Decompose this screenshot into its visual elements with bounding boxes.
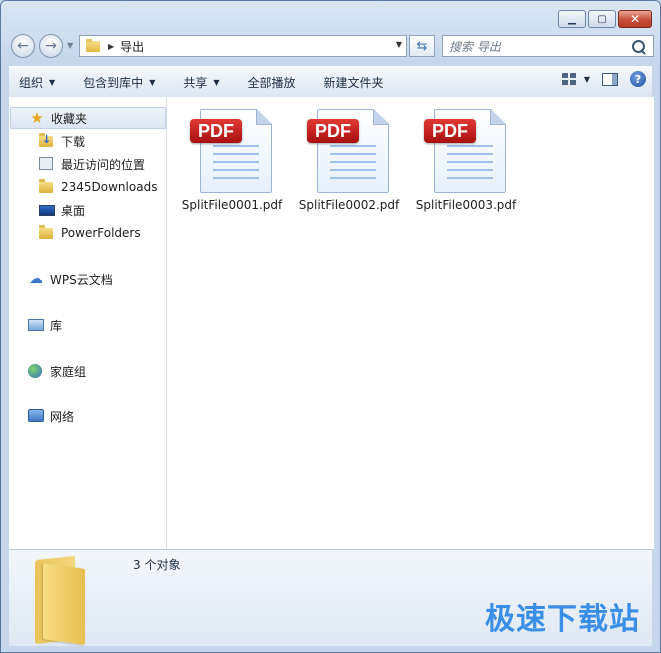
chevron-down-icon: ▼ (49, 77, 56, 87)
pdf-file-icon: PDF (304, 107, 394, 195)
command-bar: 组织 ▼ 包含到库中 ▼ 共享 ▼ 全部播放 新建文件夹 ▼ ? (9, 66, 652, 98)
include-in-library-label: 包含到库中 (83, 75, 144, 90)
nav-label: 库 (50, 318, 63, 333)
pdf-badge: PDF (307, 119, 359, 143)
forward-button[interactable]: → (39, 34, 63, 58)
close-icon: ✕ (629, 12, 641, 26)
nav-label: 2345Downloads (61, 180, 158, 194)
organize-menu[interactable]: 组织 ▼ (9, 67, 65, 97)
share-menu[interactable]: 共享 ▼ (173, 67, 229, 97)
nav-2345downloads[interactable]: 2345Downloads (39, 176, 157, 198)
desktop-icon (39, 203, 55, 217)
cloud-icon: ☁ (29, 271, 43, 287)
breadcrumb-current[interactable]: 导出 (120, 38, 144, 55)
recent-places-icon (39, 157, 55, 171)
explorer-window: ▁ ▢ ✕ ← → ▼ ▶ 导出 ▼ ⇆ 搜索 导出 组织 ▼ 包含到库中 ▼ … (0, 0, 661, 653)
toolbar-right: ▼ ? (561, 71, 646, 87)
star-icon: ★ (30, 109, 44, 127)
folder-icon (39, 225, 55, 240)
pdf-badge: PDF (190, 119, 242, 143)
pdf-badge: PDF (424, 119, 476, 143)
file-name: SplitFile0003.pdf (415, 198, 517, 212)
downloads-folder-icon (39, 133, 55, 148)
breadcrumb-arrow-icon[interactable]: ▶ (108, 42, 114, 51)
chevron-down-icon[interactable]: ▼ (584, 75, 590, 84)
address-row: ← → ▼ ▶ 导出 ▼ ⇆ 搜索 导出 (9, 34, 654, 60)
back-button[interactable]: ← (11, 34, 35, 58)
navigation-pane: ★ 收藏夹 下载 最近访问的位置 2345Downloads 桌面 PowerF… (9, 97, 167, 549)
folder-icon (31, 555, 93, 645)
file-item[interactable]: PDF SplitFile0002.pdf (294, 107, 404, 213)
nav-label: 最近访问的位置 (61, 157, 146, 172)
address-bar[interactable]: ▶ 导出 ▼ (79, 35, 407, 57)
search-icon (632, 39, 645, 53)
maximize-button[interactable]: ▢ (588, 10, 616, 28)
minimize-icon: ▁ (568, 13, 576, 25)
file-name: SplitFile0002.pdf (298, 198, 400, 212)
organize-label: 组织 (19, 75, 44, 90)
pdf-file-icon: PDF (421, 107, 511, 195)
refresh-icon: ⇆ (416, 38, 428, 54)
search-placeholder: 搜索 导出 (449, 39, 501, 54)
nav-powerfolders[interactable]: PowerFolders (39, 222, 141, 244)
help-icon[interactable]: ? (630, 71, 646, 87)
forward-arrow-icon: → (45, 38, 57, 54)
include-in-library-menu[interactable]: 包含到库中 ▼ (73, 67, 165, 97)
refresh-button[interactable]: ⇆ (409, 35, 435, 57)
homegroup-icon (28, 364, 44, 378)
folder-icon (86, 38, 100, 52)
change-view-button[interactable]: ▼ (561, 73, 590, 85)
nav-recent-places[interactable]: 最近访问的位置 (39, 153, 145, 175)
play-all-label: 全部播放 (247, 75, 296, 90)
search-input[interactable]: 搜索 导出 (442, 35, 654, 57)
back-arrow-icon: ← (17, 38, 29, 54)
nav-label: 桌面 (61, 203, 86, 218)
nav-homegroup[interactable]: 家庭组 (28, 360, 86, 382)
nav-label: 下载 (61, 134, 86, 149)
file-name: SplitFile0001.pdf (181, 198, 283, 212)
chevron-down-icon: ▼ (213, 77, 220, 87)
file-item[interactable]: PDF SplitFile0003.pdf (411, 107, 521, 213)
new-folder-label: 新建文件夹 (323, 75, 384, 90)
nav-label: 收藏夹 (51, 111, 88, 126)
play-all-button[interactable]: 全部播放 (238, 67, 306, 97)
view-icon (561, 73, 576, 85)
network-icon (28, 409, 44, 423)
file-list: PDF SplitFile0001.pdf PDF SplitFile0002.… (167, 97, 654, 549)
nav-wps-cloud[interactable]: ☁ WPS云文档 (28, 268, 113, 290)
nav-downloads[interactable]: 下载 (39, 130, 85, 152)
nav-libraries[interactable]: 库 (28, 314, 62, 336)
chevron-down-icon: ▼ (149, 77, 156, 87)
nav-label: PowerFolders (61, 226, 141, 240)
file-item[interactable]: PDF SplitFile0001.pdf (177, 107, 287, 213)
caption-buttons: ▁ ▢ ✕ (558, 10, 652, 28)
nav-desktop[interactable]: 桌面 (39, 199, 85, 221)
nav-label: 网络 (50, 409, 75, 424)
address-dropdown-icon[interactable]: ▼ (396, 40, 402, 49)
maximize-icon: ▢ (597, 13, 607, 25)
preview-pane-icon[interactable] (602, 72, 618, 86)
folder-icon (39, 179, 55, 194)
nav-favorites[interactable]: ★ 收藏夹 (10, 107, 166, 129)
item-count: 3 个对象 (133, 558, 181, 572)
library-icon (28, 318, 44, 332)
pdf-file-icon: PDF (187, 107, 277, 195)
minimize-button[interactable]: ▁ (558, 10, 586, 28)
watermark-logo: 极速下载站 (485, 602, 640, 637)
nav-label: 家庭组 (50, 364, 87, 379)
recent-pages-chevron-icon[interactable]: ▼ (67, 41, 73, 50)
close-button[interactable]: ✕ (618, 10, 652, 28)
nav-network[interactable]: 网络 (28, 405, 74, 427)
new-folder-button[interactable]: 新建文件夹 (314, 67, 394, 97)
details-pane: 3 个对象 极速下载站 (9, 549, 652, 646)
share-label: 共享 (183, 75, 208, 90)
nav-label: WPS云文档 (50, 272, 113, 287)
